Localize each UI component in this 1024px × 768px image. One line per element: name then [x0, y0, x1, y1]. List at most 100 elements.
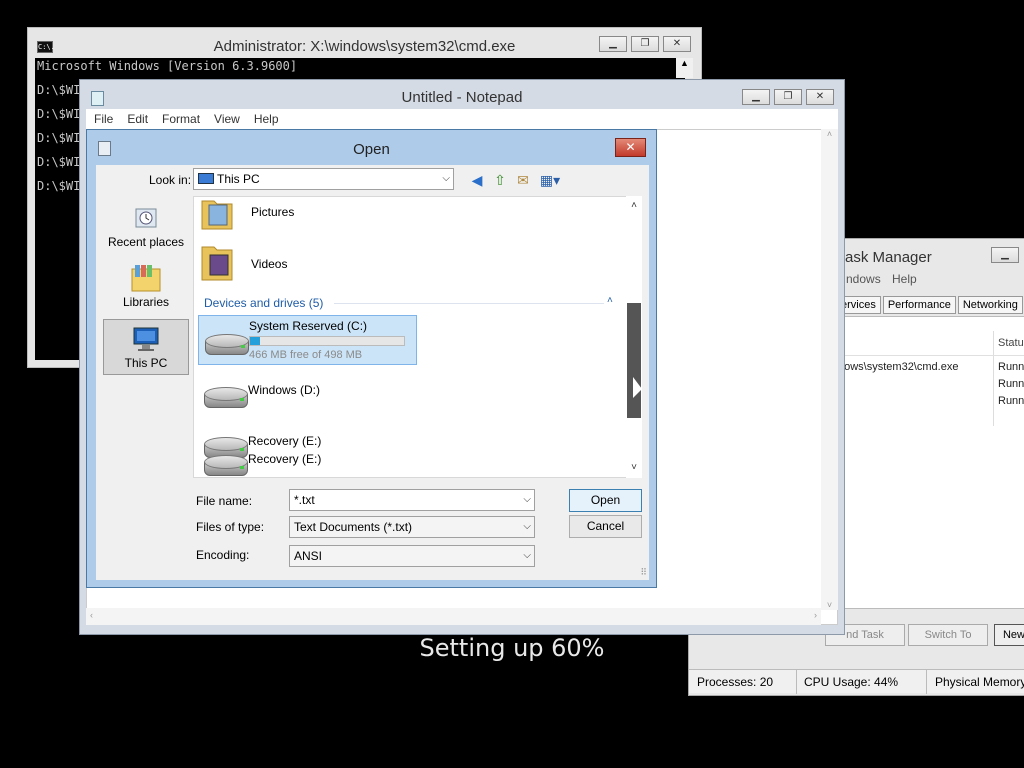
chevron-down-icon: ⌵ — [523, 494, 531, 505]
console-scroll-up[interactable]: ▲ — [676, 58, 693, 78]
encoding-label: Encoding: — [196, 548, 250, 562]
drive-name: Windows (D:) — [248, 383, 321, 397]
column-status[interactable]: Status — [998, 337, 1024, 349]
pictures-folder-icon — [200, 197, 234, 231]
encoding-select[interactable]: ANSI ⌵ — [289, 545, 535, 567]
recent-places-icon — [130, 203, 162, 233]
menu-file[interactable]: File — [94, 112, 113, 126]
tab-performance[interactable]: Performance — [882, 296, 956, 314]
close-button[interactable]: ✕ — [663, 36, 691, 52]
chevron-down-icon: ⌵ — [442, 173, 450, 184]
maximize-button[interactable]: ❐ — [631, 36, 659, 52]
place-label: This PC — [124, 356, 168, 370]
places-bar: Recent places Libraries This PC — [103, 195, 191, 455]
place-this-pc[interactable]: This PC — [103, 319, 189, 375]
new-folder-icon[interactable]: ✉ — [514, 171, 532, 189]
drive-usage-bar — [249, 336, 405, 346]
drive-icon — [204, 381, 250, 413]
minimize-button[interactable]: ▁ — [742, 89, 770, 105]
menu-help[interactable]: Help — [892, 272, 917, 286]
drive-free-space: 466 MB free of 498 MB — [249, 349, 363, 361]
collapse-icon[interactable]: ˄ — [607, 295, 613, 306]
table-row-status: Runni — [998, 361, 1024, 373]
file-name-input[interactable]: *.txt ⌵ — [289, 489, 535, 511]
back-icon[interactable]: ◀ — [468, 171, 486, 189]
place-libraries[interactable]: Libraries — [103, 259, 189, 315]
view-menu-icon[interactable]: ▦▾ — [537, 171, 563, 189]
look-in-combo[interactable]: This PC ⌵ — [193, 168, 454, 190]
this-pc-icon — [130, 324, 162, 354]
horizontal-scrollbar[interactable]: ‹ › — [86, 608, 821, 625]
menu-view[interactable]: View — [214, 112, 240, 126]
videos-folder-icon — [200, 243, 234, 281]
cancel-button[interactable]: Cancel — [569, 515, 642, 538]
drive-name: Recovery (E:) — [248, 452, 322, 466]
menu-help[interactable]: Help — [254, 112, 279, 126]
menu-format[interactable]: Format — [162, 112, 200, 126]
minimize-button[interactable]: ▁ — [991, 247, 1019, 263]
drive-item-c[interactable]: System Reserved (C:) 466 MB free of 498 … — [198, 315, 417, 365]
console-line: Microsoft Windows [Version 6.3.9600] — [37, 59, 298, 73]
applications-list[interactable]: ˄ Status dows\system32\cmd.exe Runni Run… — [837, 316, 1024, 609]
look-in-label: Look in: — [149, 173, 192, 187]
scroll-up-icon[interactable]: ˄ — [821, 129, 838, 139]
scroll-up-icon[interactable]: ˄ — [626, 200, 642, 211]
chevron-down-icon: ⌵ — [523, 550, 531, 561]
close-button[interactable]: ✕ — [806, 89, 834, 105]
look-in-value: This PC — [217, 172, 260, 186]
files-of-type-label: Files of type: — [196, 520, 265, 534]
notepad-title: Untitled - Notepad — [401, 89, 523, 106]
encoding-value: ANSI — [294, 549, 323, 563]
processes-count: Processes: 20 — [697, 675, 774, 689]
physical-memory: Physical Memory — [935, 675, 1024, 689]
scroll-down-icon[interactable]: ˅ — [626, 462, 642, 473]
scroll-right-icon[interactable]: › — [814, 610, 817, 620]
place-label: Recent places — [107, 235, 185, 249]
open-dialog[interactable]: Open ✕ Look in: This PC ⌵ ◀ ⇧ ✉ ▦▾ Recen… — [86, 129, 657, 588]
dialog-close-button[interactable]: ✕ — [615, 138, 646, 157]
status-bar: Processes: 20 CPU Usage: 44% Physical Me… — [689, 669, 1024, 694]
scroll-left-icon[interactable]: ‹ — [90, 610, 93, 620]
folder-name: Videos — [251, 257, 288, 271]
minimize-button[interactable]: ▁ — [599, 36, 627, 52]
notepad-menubar: File Edit Format View Help — [86, 109, 838, 129]
place-recent-places[interactable]: Recent places — [103, 199, 189, 255]
list-item-videos[interactable]: Videos — [200, 243, 400, 283]
open-button[interactable]: Open — [569, 489, 642, 512]
drive-item-d[interactable]: Windows (D:) — [198, 375, 417, 415]
table-row-name[interactable]: dows\system32\cmd.exe — [838, 361, 958, 373]
cpu-usage: CPU Usage: 44% — [804, 675, 899, 689]
menu-windows[interactable]: ndows — [846, 272, 881, 286]
chevron-down-icon: ⌵ — [523, 521, 531, 532]
resize-grip-icon[interactable]: ⠿ — [640, 567, 647, 578]
setup-progress-text: Setting up 60% — [419, 634, 605, 662]
files-of-type-select[interactable]: Text Documents (*.txt) ⌵ — [289, 516, 535, 538]
maximize-button[interactable]: ❐ — [774, 89, 802, 105]
scroll-thumb[interactable] — [627, 303, 641, 418]
file-list-scrollbar[interactable]: ˄ ˅ — [626, 196, 642, 478]
dialog-title: Open — [353, 141, 390, 158]
group-header-label: Devices and drives (5) — [204, 296, 324, 310]
place-label: Libraries — [122, 295, 170, 309]
files-of-type-value: Text Documents (*.txt) — [294, 520, 413, 534]
file-list[interactable]: Pictures Videos Devices and drives (5) ˄… — [193, 196, 642, 478]
file-name-value: *.txt — [294, 493, 315, 507]
tab-networking[interactable]: Networking — [957, 296, 1023, 314]
menu-edit[interactable]: Edit — [127, 112, 148, 126]
vertical-scrollbar[interactable]: ˄ ˅ — [821, 129, 838, 610]
folder-name: Pictures — [251, 205, 295, 219]
this-pc-icon — [198, 173, 214, 184]
drive-icon — [204, 449, 250, 477]
dialog-body: Look in: This PC ⌵ ◀ ⇧ ✉ ▦▾ Recent place… — [96, 165, 649, 580]
file-name-label: File name: — [196, 494, 253, 508]
table-row-status: Runni — [998, 378, 1024, 390]
scroll-down-icon[interactable]: ˅ — [821, 600, 838, 610]
task-manager-title: ask Manager — [845, 249, 932, 266]
drive-name: System Reserved (C:) — [249, 319, 368, 333]
list-item-pictures[interactable]: Pictures — [200, 197, 400, 231]
drive-item-e[interactable]: Recovery (E:) Recovery (E:) — [198, 427, 417, 477]
table-row-status: Runni — [998, 395, 1024, 407]
group-header-devices[interactable]: Devices and drives (5) ˄ — [204, 295, 624, 310]
libraries-icon — [130, 263, 162, 293]
up-folder-icon[interactable]: ⇧ — [491, 171, 509, 189]
